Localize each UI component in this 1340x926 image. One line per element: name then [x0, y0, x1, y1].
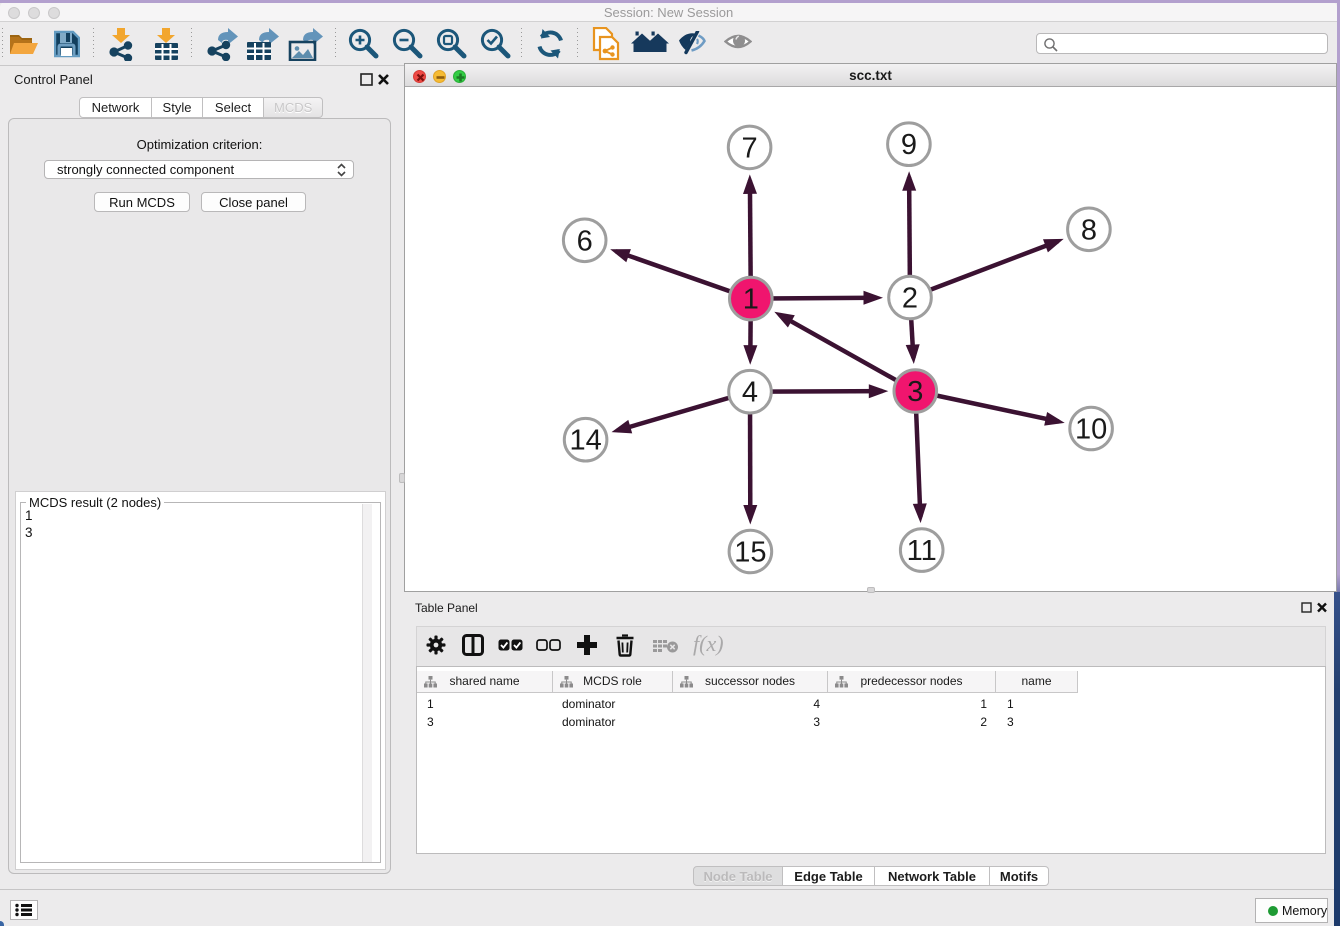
svg-text:1: 1: [743, 284, 759, 316]
svg-text:8: 8: [1081, 214, 1097, 246]
svg-text:2: 2: [902, 283, 918, 315]
svg-text:3: 3: [907, 376, 923, 408]
svg-text:9: 9: [901, 129, 917, 161]
svg-text:15: 15: [734, 537, 766, 569]
svg-text:6: 6: [577, 225, 593, 257]
svg-text:4: 4: [742, 377, 758, 409]
svg-text:11: 11: [907, 535, 937, 567]
svg-text:14: 14: [569, 425, 601, 457]
svg-text:7: 7: [742, 132, 758, 164]
svg-text:10: 10: [1075, 414, 1107, 446]
